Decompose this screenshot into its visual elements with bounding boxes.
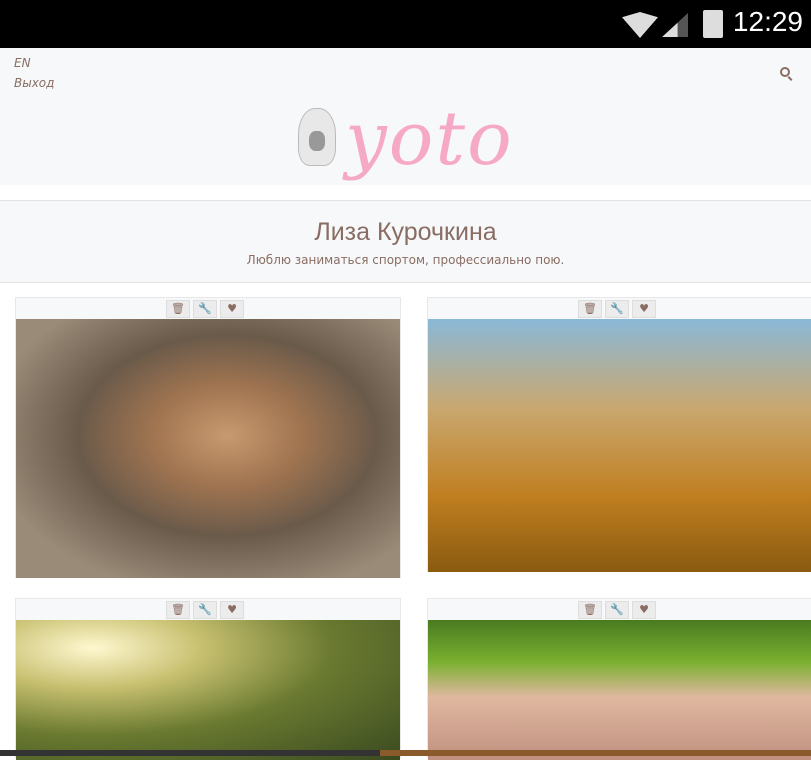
edit-button[interactable]: 🔧 bbox=[193, 601, 217, 619]
profile-name: Лиза Курочкина bbox=[314, 218, 497, 246]
delete-button[interactable]: 🗑 bbox=[166, 300, 190, 318]
photo-card: 🗑 🔧 ♥ bbox=[427, 598, 811, 760]
edit-button[interactable]: 🔧 bbox=[193, 300, 217, 318]
search-icon[interactable] bbox=[780, 67, 790, 77]
like-button[interactable]: ♥ bbox=[220, 601, 244, 619]
battery-icon bbox=[703, 10, 723, 38]
photo-card: 🗑 🔧 ♥ bbox=[15, 598, 401, 760]
header: EN Выход yoto bbox=[0, 48, 811, 185]
status-bar: 12:29 bbox=[0, 0, 811, 48]
like-button[interactable]: ♥ bbox=[632, 300, 656, 318]
like-button[interactable]: ♥ bbox=[220, 300, 244, 318]
signal-icon bbox=[662, 13, 688, 37]
delete-button[interactable]: 🗑 bbox=[578, 601, 602, 619]
photo-card: 🗑 🔧 ♥ bbox=[15, 297, 401, 578]
wifi-icon bbox=[622, 12, 658, 38]
logout-link[interactable]: Выход bbox=[14, 73, 54, 93]
profile-card: Лиза Курочкина Люблю заниматься спортом,… bbox=[0, 200, 811, 283]
photo[interactable] bbox=[428, 319, 811, 572]
clock: 12:29 bbox=[732, 6, 803, 37]
photo[interactable] bbox=[428, 620, 811, 760]
photo[interactable] bbox=[16, 319, 400, 578]
yeti-mascot-logo bbox=[298, 108, 336, 166]
photo-card: 🗑 🔧 ♥ bbox=[427, 297, 811, 572]
delete-button[interactable]: 🗑 bbox=[166, 601, 190, 619]
delete-button[interactable]: 🗑 bbox=[578, 300, 602, 318]
edit-button[interactable]: 🔧 bbox=[605, 300, 629, 318]
photo[interactable] bbox=[16, 620, 400, 760]
edit-button[interactable]: 🔧 bbox=[605, 601, 629, 619]
bottom-bar bbox=[0, 750, 811, 756]
logo[interactable]: yoto bbox=[345, 96, 514, 182]
like-button[interactable]: ♥ bbox=[632, 601, 656, 619]
profile-bio: Люблю заниматься спортом, профессиально … bbox=[246, 253, 565, 267]
language-link[interactable]: EN bbox=[14, 53, 54, 73]
